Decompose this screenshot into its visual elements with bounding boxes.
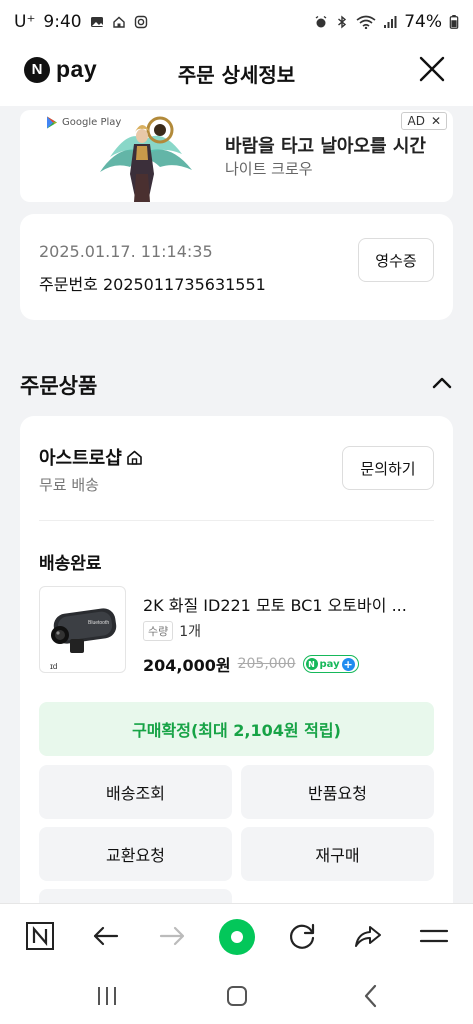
bluetooth-icon bbox=[338, 15, 347, 29]
quantity-tag: 수량 bbox=[143, 621, 174, 641]
return-request-button[interactable]: 반품요청 bbox=[241, 765, 434, 819]
clock: 9:40 bbox=[43, 12, 82, 32]
home-icon bbox=[112, 16, 125, 28]
exchange-request-button[interactable]: 교환요청 bbox=[39, 827, 232, 881]
receipt-button[interactable]: 영수증 bbox=[358, 238, 434, 282]
status-bar: U⁺ 9:40 74% bbox=[0, 0, 473, 44]
order-datetime: 2025.01.17. 11:14:35 bbox=[39, 242, 213, 261]
google-play-icon bbox=[47, 116, 57, 129]
product-thumbnail[interactable]: Bluetooth ɪd bbox=[39, 586, 126, 673]
plus-icon: + bbox=[341, 657, 355, 671]
system-nav-bar bbox=[0, 969, 473, 1024]
dashcam-image: Bluetooth ɪd bbox=[50, 608, 117, 671]
quantity-value: 1개 bbox=[179, 624, 202, 640]
instagram-icon bbox=[134, 15, 147, 29]
chevron-up-icon[interactable] bbox=[431, 372, 453, 394]
menu-icon[interactable] bbox=[418, 920, 450, 952]
refresh-icon[interactable] bbox=[286, 920, 318, 952]
browser-toolbar bbox=[0, 903, 473, 969]
ordered-products-heading: 주문상품 bbox=[20, 374, 98, 398]
sale-price: 204,000원 bbox=[143, 656, 231, 675]
ad-badge[interactable]: AD ✕ bbox=[401, 112, 447, 130]
gallery-icon bbox=[90, 17, 103, 27]
carrier-label: U⁺ bbox=[14, 12, 36, 32]
ad-character-image bbox=[100, 116, 192, 202]
svg-text:Bluetooth: Bluetooth bbox=[88, 620, 109, 626]
price-row: 204,000원 205,000 N pay + bbox=[143, 652, 359, 676]
naver-home-icon[interactable] bbox=[24, 920, 56, 952]
signal-icon bbox=[384, 16, 397, 28]
system-back-icon[interactable] bbox=[356, 981, 386, 1011]
shop-name-text: 아스트로샵 bbox=[39, 448, 122, 469]
order-detail-page: U⁺ 9:40 74% N pay 주문 상세정보 Google Play 바람… bbox=[0, 0, 473, 1024]
forward-arrow-icon[interactable] bbox=[156, 920, 188, 952]
original-price: 205,000 bbox=[237, 656, 296, 672]
battery-percent: 74% bbox=[404, 12, 442, 32]
ad-banner[interactable]: Google Play 바람을 타고 날아오를 시간 나이트 크로우 AD ✕ bbox=[20, 110, 453, 202]
home-button-icon[interactable] bbox=[222, 981, 252, 1011]
ad-title: 바람을 타고 날아오를 시간 bbox=[225, 136, 426, 157]
product-name[interactable]: 2K 화질 ID221 모토 BC1 오토바이 ... bbox=[143, 592, 433, 616]
purchase-confirm-button[interactable]: 구매확정(최대 2,104원 적립) bbox=[39, 702, 434, 756]
delivery-status: 배송완료 bbox=[39, 554, 102, 574]
ad-close-icon[interactable]: ✕ bbox=[431, 114, 441, 128]
back-arrow-icon[interactable] bbox=[90, 920, 122, 952]
track-delivery-button[interactable]: 배송조회 bbox=[39, 765, 232, 819]
recent-apps-icon[interactable] bbox=[92, 981, 122, 1011]
ad-subtitle: 나이트 크로우 bbox=[225, 160, 313, 178]
share-icon[interactable] bbox=[352, 920, 384, 952]
quantity-row: 수량 1개 bbox=[143, 621, 201, 641]
battery-icon bbox=[449, 15, 459, 29]
repurchase-button[interactable]: 재구매 bbox=[241, 827, 434, 881]
wifi-icon bbox=[356, 15, 376, 29]
order-number: 주문번호 2025011735631551 bbox=[39, 275, 266, 294]
green-dot-icon[interactable] bbox=[218, 918, 256, 956]
order-info-card: 2025.01.17. 11:14:35 주문번호 20250117356315… bbox=[20, 214, 453, 320]
store-home-icon bbox=[127, 450, 142, 465]
svg-text:ɪd: ɪd bbox=[50, 662, 57, 671]
page-title: 주문 상세정보 bbox=[177, 63, 296, 87]
inquiry-button[interactable]: 문의하기 bbox=[342, 446, 434, 490]
npay-plus-badge: N pay + bbox=[302, 655, 359, 673]
shipping-fee-label: 무료 배송 bbox=[39, 476, 99, 494]
ad-label: AD bbox=[407, 114, 425, 128]
npay-badge-mark: N bbox=[305, 658, 318, 670]
alarm-icon bbox=[315, 15, 327, 28]
shop-name[interactable]: 아스트로샵 bbox=[39, 444, 143, 470]
app-header: N pay 주문 상세정보 bbox=[0, 44, 473, 106]
close-icon[interactable] bbox=[417, 54, 447, 84]
npay-badge-text: pay bbox=[319, 658, 340, 670]
divider bbox=[39, 520, 434, 521]
